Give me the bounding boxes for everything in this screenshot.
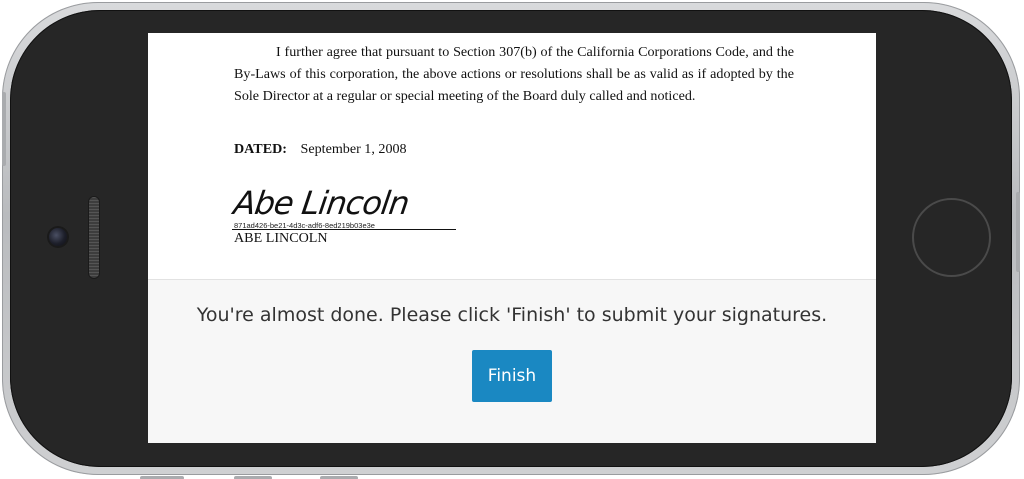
home-button-icon[interactable] bbox=[912, 198, 991, 277]
signature-image: Abe Lincoln bbox=[231, 184, 412, 222]
finish-button[interactable]: Finish bbox=[472, 350, 552, 402]
power-button bbox=[1016, 192, 1020, 272]
front-camera-icon bbox=[49, 228, 67, 246]
finish-panel: You're almost done. Please click 'Finish… bbox=[148, 279, 876, 443]
phone-screen: I further agree that pursuant to Section… bbox=[148, 33, 876, 443]
finish-message: You're almost done. Please click 'Finish… bbox=[196, 304, 828, 326]
signature-block: Abe Lincoln 871ad426-be21-4d3c-adf6-8ed2… bbox=[231, 183, 458, 247]
mute-switch bbox=[2, 92, 6, 166]
speaker-grille bbox=[89, 197, 99, 278]
signer-name: ABE LINCOLN bbox=[234, 230, 328, 246]
dated-row: DATED: September 1, 2008 bbox=[234, 139, 407, 159]
dated-label: DATED: bbox=[234, 141, 287, 157]
document-paragraph: I further agree that pursuant to Section… bbox=[234, 44, 794, 104]
document-page[interactable]: I further agree that pursuant to Section… bbox=[148, 33, 876, 279]
dated-value: September 1, 2008 bbox=[300, 141, 407, 157]
